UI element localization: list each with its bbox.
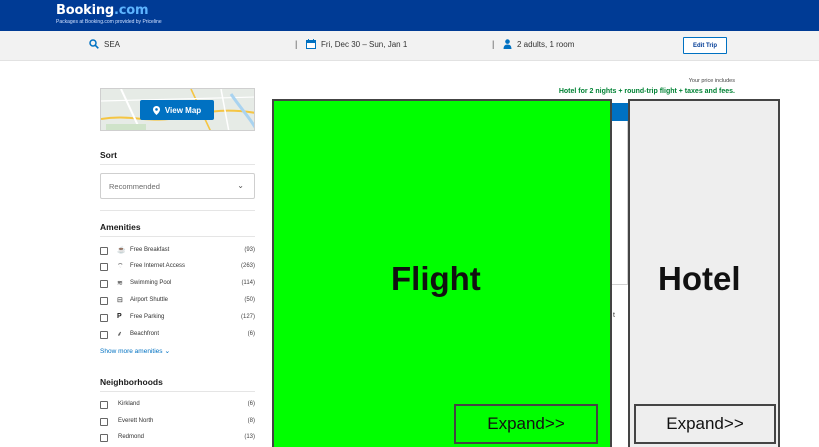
chevron-down-icon: ⌄	[164, 348, 171, 355]
view-map-button[interactable]: View Map	[140, 100, 214, 120]
logo-suffix: .com	[114, 3, 149, 18]
amenity-count: (263)	[240, 263, 255, 269]
coffee-icon: ☕	[117, 247, 126, 254]
checkbox[interactable]	[100, 434, 108, 442]
neighborhood-filter-kirkland[interactable]: Kirkland (6)	[100, 400, 255, 412]
guests-summary[interactable]: 2 adults, 1 room	[503, 39, 574, 49]
flight-expand-button[interactable]: Expand>>	[454, 404, 598, 444]
result-card-edge	[611, 121, 628, 285]
guests-text: 2 adults, 1 room	[517, 39, 575, 49]
amenity-filter-beachfront[interactable]: ⸙ Beachfront (6)	[100, 330, 255, 342]
results-header-strip	[611, 103, 628, 121]
neighborhood-count: (8)	[247, 418, 255, 424]
sort-selected-value: Recommended	[109, 182, 160, 191]
neighborhood-count: (6)	[247, 401, 255, 407]
checkbox[interactable]	[100, 314, 108, 322]
show-more-amenities-link[interactable]: Show more amenities ⌄	[100, 347, 170, 355]
sort-heading: Sort	[100, 150, 117, 160]
chevron-down-icon: ⌄	[237, 181, 244, 190]
booking-logo[interactable]: Booking.com	[56, 3, 149, 18]
destination-summary[interactable]: SEA	[89, 39, 120, 49]
calendar-icon	[306, 39, 316, 49]
amenity-filter-free-breakfast[interactable]: ☕ Free Breakfast (93)	[100, 246, 255, 258]
page: Booking.com Packages at Booking.com prov…	[0, 0, 819, 447]
checkbox[interactable]	[100, 263, 108, 271]
amenity-label: Beachfront	[130, 331, 160, 337]
neighborhoods-heading: Neighborhoods	[100, 377, 163, 387]
logo-main: Booking	[56, 3, 115, 18]
amenity-filter-free-parking[interactable]: P Free Parking (127)	[100, 313, 255, 325]
divider	[100, 236, 255, 237]
amenity-count: (93)	[244, 247, 255, 253]
amenity-count: (127)	[240, 314, 255, 320]
amenity-label: Free Parking	[130, 314, 165, 320]
show-more-label: Show more amenities	[100, 348, 163, 355]
separator: |	[295, 39, 298, 49]
wifi-icon: ⌔	[117, 263, 124, 270]
beach-icon: ⸙	[117, 331, 123, 338]
checkbox[interactable]	[100, 418, 108, 426]
amenity-filter-airport-shuttle[interactable]: ⊟ Airport Shuttle (50)	[100, 296, 255, 308]
top-bar: Booking.com Packages at Booking.com prov…	[0, 0, 819, 31]
checkbox[interactable]	[100, 247, 108, 255]
hotel-panel-title: Hotel	[658, 260, 741, 297]
search-summary-bar: SEA | Fri, Dec 30 – Sun, Jan 1 | 2 adult…	[0, 31, 819, 61]
amenity-label: Free Internet Access	[130, 263, 186, 269]
hotel-panel[interactable]: Hotel Expand>>	[628, 99, 780, 447]
map-pin-icon	[152, 105, 160, 115]
search-icon	[89, 39, 99, 49]
shuttle-icon: ⊟	[117, 297, 123, 304]
divider	[100, 391, 255, 392]
amenities-heading: Amenities	[100, 222, 141, 232]
flight-panel[interactable]: Flight Expand>>	[272, 99, 612, 447]
price-includes-note: Your price includes	[688, 78, 735, 84]
destination-text: SEA	[104, 39, 121, 49]
amenity-count: (114)	[241, 280, 255, 286]
amenity-count: (50)	[244, 297, 255, 303]
checkbox[interactable]	[100, 401, 108, 409]
amenity-count: (6)	[247, 331, 255, 337]
person-icon	[503, 39, 512, 49]
amenity-label: Free Breakfast	[130, 247, 170, 253]
divider	[100, 210, 255, 211]
pool-icon: ≋	[117, 280, 123, 287]
checkbox[interactable]	[100, 297, 108, 305]
separator: |	[492, 39, 495, 49]
dates-summary[interactable]: Fri, Dec 30 – Sun, Jan 1	[306, 39, 407, 49]
neighborhood-label: Everett North	[118, 418, 154, 424]
amenity-filter-swimming-pool[interactable]: ≋ Swimming Pool (114)	[100, 279, 255, 291]
text-fragment: t	[613, 312, 615, 319]
neighborhood-label: Kirkland	[118, 401, 140, 407]
price-includes-description: Hotel for 2 nights + round-trip flight +…	[558, 88, 735, 95]
neighborhood-count: (13)	[244, 434, 255, 440]
neighborhood-filter-everett-north[interactable]: Everett North (8)	[100, 417, 255, 429]
amenity-label: Swimming Pool	[130, 280, 172, 286]
view-map-label: View Map	[164, 105, 202, 115]
hotel-expand-button[interactable]: Expand>>	[634, 404, 776, 444]
neighborhood-filter-redmond[interactable]: Redmond (13)	[100, 433, 255, 445]
dates-text: Fri, Dec 30 – Sun, Jan 1	[321, 39, 408, 49]
checkbox[interactable]	[100, 280, 108, 288]
parking-icon: P	[117, 313, 122, 320]
sort-dropdown[interactable]: Recommended ⌄	[100, 173, 255, 199]
amenity-filter-free-internet[interactable]: ⌔ Free Internet Access (263)	[100, 262, 255, 274]
flight-panel-title: Flight	[391, 260, 481, 297]
divider	[100, 164, 255, 165]
tagline: Packages at Booking.com provided by Pric…	[56, 19, 162, 25]
neighborhood-label: Redmond	[118, 434, 145, 440]
amenity-label: Airport Shuttle	[130, 297, 169, 303]
edit-trip-button[interactable]: Edit Trip	[683, 37, 727, 54]
checkbox[interactable]	[100, 331, 108, 339]
